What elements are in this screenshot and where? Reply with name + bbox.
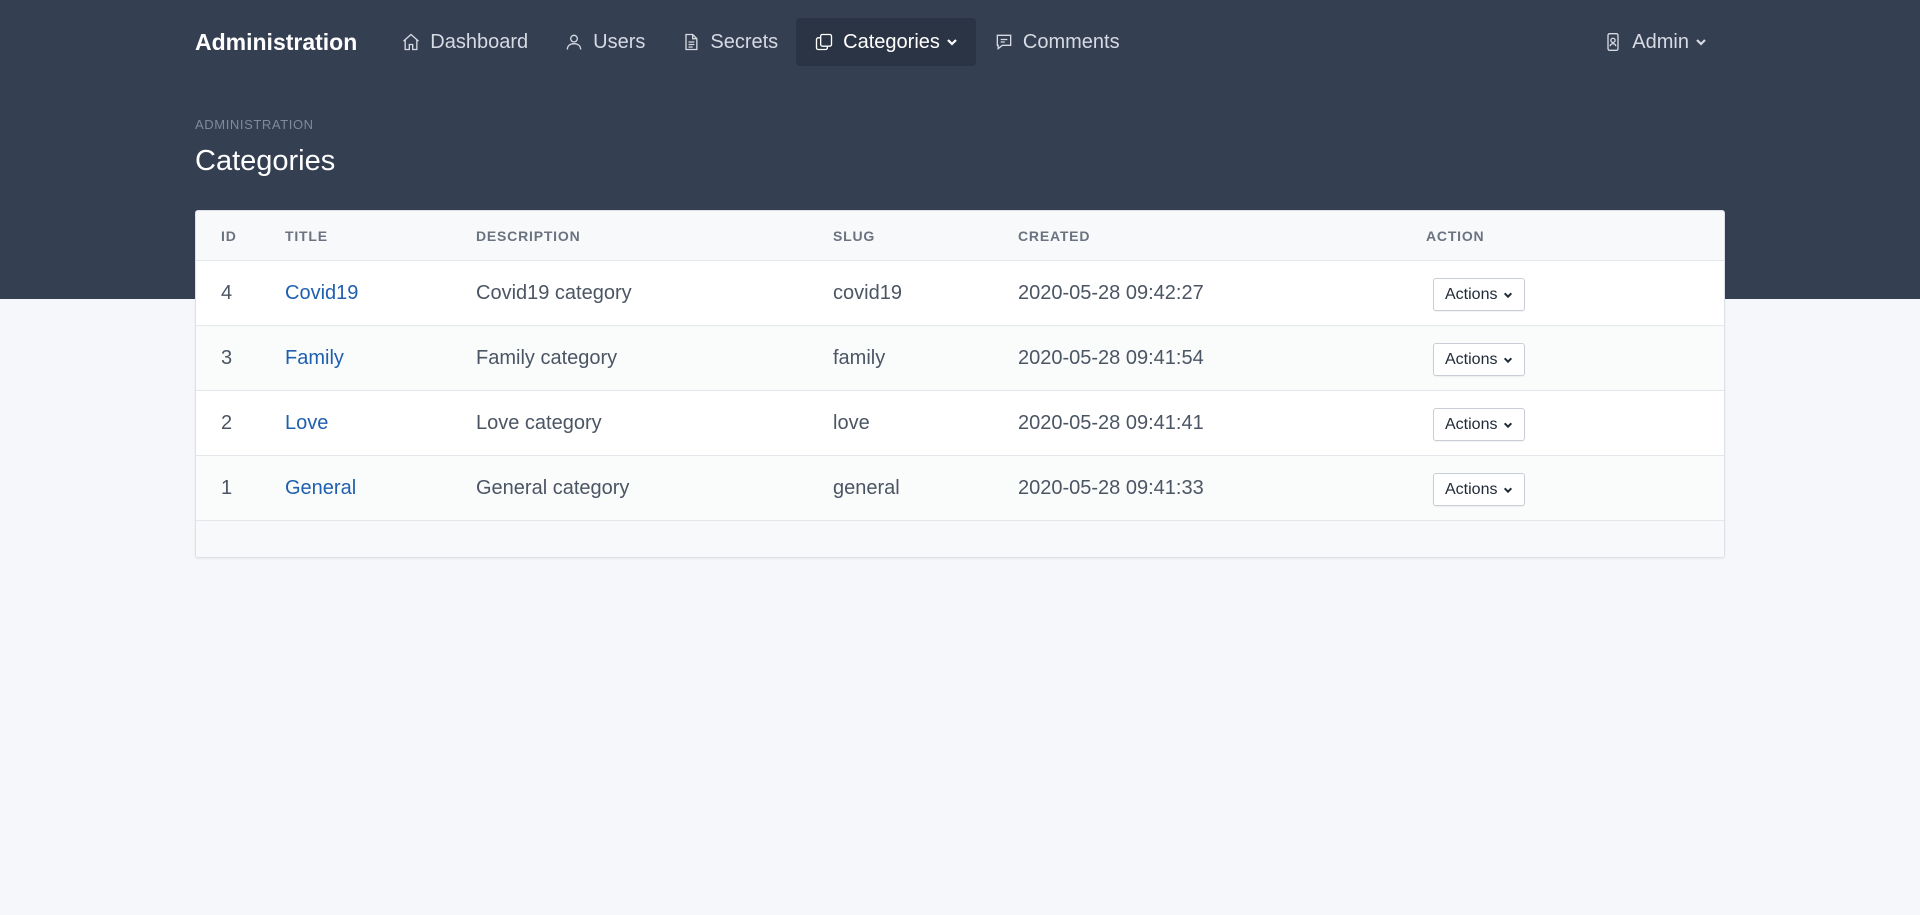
document-icon [685,33,698,51]
cell-slug: family [833,346,886,369]
column-header-description: Description [476,227,581,244]
copy-icon [816,33,833,51]
cell-slug: covid19 [833,281,902,304]
cell-id: 3 [221,346,233,369]
cell-description: Family category [476,346,618,369]
cell-id: 4 [221,281,233,304]
actions-dropdown-button[interactable]: Actions [1433,408,1526,441]
nav-item-comments[interactable]: Comments [976,18,1138,66]
chevron-down-icon [1504,292,1513,298]
cell-description: Covid19 category [476,281,632,304]
actions-dropdown-button[interactable]: Actions [1433,473,1526,506]
table-row: 4 Covid19 Covid19 category covid19 2020-… [196,261,1724,326]
cell-created: 2020-05-28 09:41:41 [1018,411,1204,434]
actions-button-label: Actions [1445,350,1498,368]
chevron-down-icon [1504,357,1513,363]
table-row: 1 General General category general 2020-… [196,456,1724,521]
nav-item-label: Dashboard [430,30,529,53]
table-header: ID Title Description Slug Created Action [196,211,1724,261]
actions-dropdown-button[interactable]: Actions [1433,278,1526,311]
chevron-down-icon [1504,422,1513,428]
cell-description: Love category [476,411,602,434]
table-row: 2 Love Love category love 2020-05-28 09:… [196,391,1724,456]
table-row: 3 Family Family category family 2020-05-… [196,326,1724,391]
page-title: Categories [195,145,336,177]
cell-id: 2 [221,411,233,434]
nav-item-dashboard[interactable]: Dashboard [383,18,546,66]
nav-item-label: Users [593,30,646,53]
column-header-title: Title [285,227,328,244]
chevron-down-icon [1504,487,1513,493]
cell-slug: general [833,476,900,499]
nav-item-users[interactable]: Users [546,18,663,66]
cell-description: General category [476,476,630,499]
admin-menu[interactable]: Admin [1585,18,1725,66]
column-header-action: Action [1426,227,1485,244]
actions-button-label: Actions [1445,480,1498,498]
category-title-link[interactable]: Covid19 [285,282,358,304]
column-header-created: Created [1018,227,1091,244]
breadcrumb: Administration [195,117,314,132]
nav-item-secrets[interactable]: Secrets [663,18,796,66]
brand-link[interactable]: Administration [195,29,357,56]
categories-table-card: ID Title Description Slug Created Action… [195,210,1725,558]
admin-label: Admin [1632,30,1689,53]
column-header-id: ID [221,227,237,244]
nav-item-label: Categories [843,30,940,53]
nav-item-label: Comments [1022,30,1120,53]
chevron-down-icon [1696,39,1706,46]
user-badge-icon [1607,33,1619,51]
actions-button-label: Actions [1445,285,1498,303]
actions-dropdown-button[interactable]: Actions [1433,343,1526,376]
user-icon [566,34,582,50]
chevron-down-icon [947,39,957,46]
column-header-slug: Slug [833,227,876,244]
table-footer [196,521,1724,557]
comment-icon [996,34,1012,51]
category-title-link[interactable]: Love [285,412,328,434]
home-icon [403,33,420,51]
top-navbar: Administration Dashboard Users Secrets C… [195,18,1725,66]
cell-created: 2020-05-28 09:41:33 [1018,476,1204,499]
category-title-link[interactable]: General [285,477,356,499]
category-title-link[interactable]: Family [285,347,344,369]
cell-created: 2020-05-28 09:42:27 [1018,281,1204,304]
actions-button-label: Actions [1445,415,1498,433]
cell-id: 1 [221,476,233,499]
cell-slug: love [833,411,870,434]
cell-created: 2020-05-28 09:41:54 [1018,346,1204,369]
nav-item-categories[interactable]: Categories [796,18,976,66]
nav-item-label: Secrets [710,30,779,53]
